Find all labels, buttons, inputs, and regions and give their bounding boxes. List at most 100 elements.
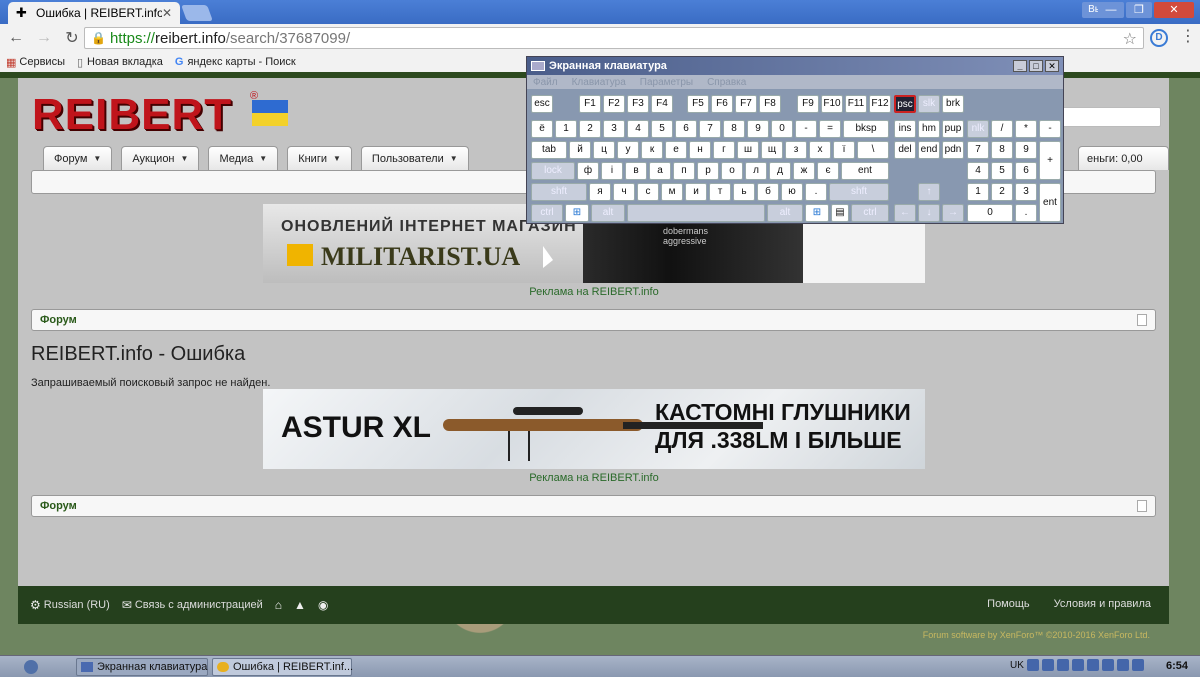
key-num-7[interactable]: 7 [967, 141, 989, 159]
key-f8[interactable]: F8 [759, 95, 781, 113]
key-esc[interactable]: esc [531, 95, 553, 113]
key[interactable]: і [601, 162, 623, 180]
windows-key-icon[interactable]: ⊞ [805, 204, 829, 222]
key-num-divide[interactable]: / [991, 120, 1013, 138]
key-home[interactable]: hm [918, 120, 940, 138]
key-num-2[interactable]: 2 [991, 183, 1013, 201]
key[interactable]: - [795, 120, 817, 138]
key[interactable]: 8 [723, 120, 745, 138]
key[interactable]: й [569, 141, 591, 159]
key[interactable]: ё [531, 120, 553, 138]
key-num-enter[interactable]: ent [1039, 183, 1061, 222]
key[interactable]: с [637, 183, 659, 201]
key[interactable]: 0 [771, 120, 793, 138]
key-arrow-up[interactable]: ↑ [918, 183, 940, 201]
home-icon[interactable]: ⌂ [275, 598, 282, 612]
key-space[interactable] [627, 204, 765, 222]
reload-icon[interactable]: ↻ [60, 28, 84, 48]
key-f10[interactable]: F10 [821, 95, 843, 113]
key-num-8[interactable]: 8 [991, 141, 1013, 159]
close-window-button[interactable]: ✕ [1154, 2, 1194, 18]
ad-banner-astur[interactable]: ASTUR XL КАСТОМНІ ГЛУШНИКИ ДЛЯ .338LM І … [263, 389, 925, 469]
key[interactable]: 3 [603, 120, 625, 138]
key[interactable]: т [709, 183, 731, 201]
key[interactable]: \ [857, 141, 889, 159]
nav-tab-auction[interactable]: Аукцион ▼ [121, 146, 200, 170]
key[interactable]: ц [593, 141, 615, 159]
key-backspace[interactable]: bksp [843, 120, 889, 138]
nav-tab-books[interactable]: Книги ▼ [287, 146, 352, 170]
key-f6[interactable]: F6 [711, 95, 733, 113]
context-menu-key-icon[interactable]: ▤ [831, 204, 849, 222]
key-num-subtract[interactable]: - [1039, 120, 1061, 138]
tray-app-icon[interactable] [1041, 659, 1054, 671]
osk-maximize-button[interactable]: □ [1029, 60, 1043, 72]
osk-menu-file[interactable]: Файл [533, 77, 558, 88]
breadcrumb-forum-bottom[interactable]: Форум [31, 495, 1156, 517]
key[interactable]: л [745, 162, 767, 180]
key-print-screen[interactable]: psc [894, 95, 916, 113]
key[interactable]: є [817, 162, 839, 180]
key[interactable]: к [641, 141, 663, 159]
key[interactable]: . [805, 183, 827, 201]
key[interactable]: ш [737, 141, 759, 159]
key[interactable]: ф [577, 162, 599, 180]
key[interactable]: г [713, 141, 735, 159]
key-num-4[interactable]: 4 [967, 162, 989, 180]
key[interactable]: р [697, 162, 719, 180]
new-tab-button[interactable] [181, 5, 213, 21]
key-num-add[interactable]: + [1039, 141, 1061, 180]
key-f1[interactable]: F1 [579, 95, 601, 113]
key-insert[interactable]: ins [894, 120, 916, 138]
tab-close-icon[interactable]: ✕ [162, 6, 172, 20]
minimize-button[interactable]: — [1098, 2, 1124, 18]
key-f12[interactable]: F12 [869, 95, 891, 113]
key-num-lock[interactable]: nlk [967, 120, 989, 138]
key-f3[interactable]: F3 [627, 95, 649, 113]
key-f2[interactable]: F2 [603, 95, 625, 113]
tray-app-icon[interactable] [1101, 659, 1114, 671]
language-chooser[interactable]: ⚙ Russian (RU) [30, 598, 110, 612]
key[interactable]: 1 [555, 120, 577, 138]
key-tab[interactable]: tab [531, 141, 567, 159]
tray-app-icon[interactable] [1116, 659, 1129, 671]
tray-app-icon[interactable] [1056, 659, 1069, 671]
address-bar[interactable]: 🔒 https:// reibert.info /search/37687099… [84, 27, 1144, 49]
key[interactable]: д [769, 162, 791, 180]
osk-menu-settings[interactable]: Параметры [640, 77, 693, 88]
key-end[interactable]: end [918, 141, 940, 159]
key-num-3[interactable]: 3 [1015, 183, 1037, 201]
key[interactable]: м [661, 183, 683, 201]
nav-tab-media[interactable]: Медиа ▼ [208, 146, 279, 170]
key-break[interactable]: brk [942, 95, 964, 113]
key-left-alt[interactable]: alt [591, 204, 625, 222]
key-num-0[interactable]: 0 [967, 204, 1013, 222]
osk-minimize-button[interactable]: _ [1013, 60, 1027, 72]
balance-tab[interactable]: еньги: 0,00 грн [1078, 146, 1169, 189]
windows-key-icon[interactable]: ⊞ [565, 204, 589, 222]
key[interactable]: у [617, 141, 639, 159]
tray-app-icon[interactable] [1071, 659, 1084, 671]
key-num-multiply[interactable]: * [1015, 120, 1037, 138]
back-arrow-icon[interactable]: ← [4, 29, 28, 47]
volume-icon[interactable] [1131, 659, 1144, 671]
key-f7[interactable]: F7 [735, 95, 757, 113]
bookmark-star-icon[interactable]: ☆ [1123, 29, 1137, 49]
key[interactable]: 4 [627, 120, 649, 138]
key[interactable]: ч [613, 183, 635, 201]
key-scroll-lock[interactable]: slk [918, 95, 940, 113]
network-icon[interactable] [1026, 659, 1039, 671]
key[interactable]: я [589, 183, 611, 201]
breadcrumb-forum[interactable]: Форум [31, 309, 1156, 331]
key-left-shift[interactable]: shft [531, 183, 587, 201]
key-f9[interactable]: F9 [797, 95, 819, 113]
key-right-shift[interactable]: shft [829, 183, 889, 201]
tab-reibert[interactable]: ✚ Ошибка | REIBERT.info ✕ [8, 2, 180, 24]
contact-link[interactable]: ✉ Связь с администрацией [122, 598, 263, 612]
taskbar-item-osk[interactable]: Экранная клавиатура [76, 658, 208, 676]
site-search-input[interactable] [1060, 107, 1161, 127]
key-num-1[interactable]: 1 [967, 183, 989, 201]
ad-caption-link[interactable]: Реклама на REIBERT.info [263, 286, 925, 298]
key[interactable]: ж [793, 162, 815, 180]
osk-menu-help[interactable]: Справка [707, 77, 746, 88]
